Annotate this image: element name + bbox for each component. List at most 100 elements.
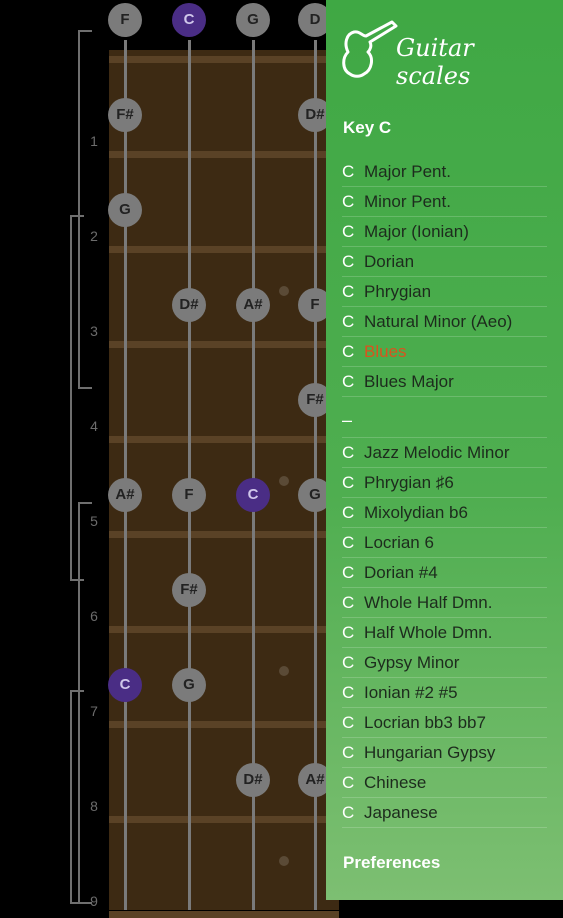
scale-key: C xyxy=(342,682,355,702)
fret-wire xyxy=(109,341,339,348)
scale-item-japanese[interactable]: C Japanese xyxy=(342,798,547,828)
scale-name: Ionian #2 #5 xyxy=(364,682,458,702)
scale-name: Dorian xyxy=(364,251,415,271)
key-label: Key xyxy=(343,118,375,137)
app-title: Guitar scales xyxy=(396,34,474,90)
scale-key: C xyxy=(342,311,355,331)
scale-item-phrygian[interactable]: C Phrygian xyxy=(342,277,547,307)
scale-item-minor-pent[interactable]: C Minor Pent. xyxy=(342,187,547,217)
fret-inlay-dot xyxy=(279,666,289,676)
scale-name: Mixolydian b6 xyxy=(364,502,468,522)
scale-item-mixolydian-b6[interactable]: C Mixolydian b6 xyxy=(342,498,547,528)
fret-wire xyxy=(109,721,339,728)
scale-name: Phrygian ♯6 xyxy=(364,472,454,492)
scale-list: C Major Pent. C Minor Pent. C Major (Ionian) C… xyxy=(326,157,563,828)
scale-name: Locrian 6 xyxy=(364,532,434,552)
scale-item-locrian-6[interactable]: C Locrian 6 xyxy=(342,528,547,558)
scale-item-dorian[interactable]: C Dorian xyxy=(342,247,547,277)
fret-wire xyxy=(109,151,339,158)
fret-number: 4 xyxy=(90,418,98,434)
scale-key: C xyxy=(342,472,355,492)
scale-item-blues-major[interactable]: C Blues Major xyxy=(342,367,547,397)
scale-key: C xyxy=(342,251,355,271)
scale-name: Natural Minor (Aeo) xyxy=(364,311,513,331)
note-marker[interactable]: F xyxy=(172,478,206,512)
root-note-marker[interactable]: C xyxy=(172,3,206,37)
fret-wire xyxy=(109,246,339,253)
scale-name: Locrian bb3 bb7 xyxy=(364,712,486,732)
note-marker[interactable]: A# xyxy=(108,478,142,512)
scale-item-chinese[interactable]: C Chinese xyxy=(342,768,547,798)
scale-item-gypsy-minor[interactable]: C Gypsy Minor xyxy=(342,648,547,678)
fret-inlay-dot xyxy=(279,286,289,296)
note-marker[interactable]: A# xyxy=(236,288,270,322)
fret-number: 1 xyxy=(90,133,98,149)
scale-key: C xyxy=(342,191,355,211)
scale-group-separator: – xyxy=(342,397,547,438)
fret-wire xyxy=(109,911,339,918)
root-note-marker[interactable]: C xyxy=(108,668,142,702)
scale-key: C xyxy=(342,562,355,582)
scale-name: Japanese xyxy=(364,802,438,822)
guitar-string xyxy=(124,40,127,910)
scale-item-natural-minor-aeo[interactable]: C Natural Minor (Aeo) xyxy=(342,307,547,337)
fret-number: 8 xyxy=(90,798,98,814)
scale-item-jazz-melodic-minor[interactable]: C Jazz Melodic Minor xyxy=(342,438,547,468)
note-marker[interactable]: G xyxy=(236,3,270,37)
scale-key: C xyxy=(342,742,355,762)
scale-key: C xyxy=(342,502,355,522)
note-marker[interactable]: G xyxy=(108,193,142,227)
scale-name: Chinese xyxy=(364,772,427,792)
note-marker[interactable]: D# xyxy=(172,288,206,322)
fret-number: 7 xyxy=(90,703,98,719)
scale-name: Major (Ionian) xyxy=(364,221,469,241)
scale-item-major-pent[interactable]: C Major Pent. xyxy=(342,157,547,187)
scale-item-hungarian-gypsy[interactable]: C Hungarian Gypsy xyxy=(342,738,547,768)
fret-inlay-dot xyxy=(279,476,289,486)
preferences-item[interactable]: Preferences xyxy=(343,853,440,873)
fret-number: 3 xyxy=(90,323,98,339)
note-marker[interactable]: F# xyxy=(108,98,142,132)
guitar-outline-icon xyxy=(342,20,398,78)
scale-item-major-ionian[interactable]: C Major (Ionian) xyxy=(342,217,547,247)
scale-name: Major Pent. xyxy=(364,161,451,181)
app-logo: Guitar scales xyxy=(340,14,555,90)
scale-key: C xyxy=(342,341,355,361)
scale-name: Gypsy Minor xyxy=(364,652,460,672)
key-value: C xyxy=(378,118,392,137)
scale-item-half-whole-dmn[interactable]: C Half Whole Dmn. xyxy=(342,618,547,648)
note-marker[interactable]: G xyxy=(172,668,206,702)
scale-name: Phrygian xyxy=(364,281,432,301)
scale-key: C xyxy=(342,652,355,672)
scale-key: C xyxy=(342,281,355,301)
fret-wire xyxy=(109,56,339,63)
scale-name: Hungarian Gypsy xyxy=(364,742,496,762)
fret-number: 9 xyxy=(90,893,98,909)
scale-item-dorian-4[interactable]: C Dorian #4 xyxy=(342,558,547,588)
scale-item-ionian-2-5[interactable]: C Ionian #2 #5 xyxy=(342,678,547,708)
scale-item-whole-half-dmn[interactable]: C Whole Half Dmn. xyxy=(342,588,547,618)
scale-name: Minor Pent. xyxy=(364,191,451,211)
scale-key: C xyxy=(342,532,355,552)
scale-key: C xyxy=(342,592,355,612)
fret-number: 5 xyxy=(90,513,98,529)
fret-inlay-dot xyxy=(279,856,289,866)
scale-key: C xyxy=(342,712,355,732)
navigation-drawer: Guitar scales Key C C Major Pent. C Minor P… xyxy=(326,0,563,900)
scale-item-blues[interactable]: C Blues xyxy=(342,337,547,367)
fret-number: 6 xyxy=(90,608,98,624)
note-marker[interactable]: F xyxy=(108,3,142,37)
scale-key: C xyxy=(342,772,355,792)
note-marker[interactable]: F# xyxy=(172,573,206,607)
key-heading[interactable]: Key C xyxy=(343,118,391,138)
fret-number: 2 xyxy=(90,228,98,244)
scale-key: C xyxy=(342,622,355,642)
scale-name: Whole Half Dmn. xyxy=(364,592,493,612)
fret-wire xyxy=(109,436,339,443)
fret-wire xyxy=(109,816,339,823)
root-note-marker[interactable]: C xyxy=(236,478,270,512)
scale-item-locrian-bb3-bb7[interactable]: C Locrian bb3 bb7 xyxy=(342,708,547,738)
note-marker[interactable]: D# xyxy=(236,763,270,797)
scale-key: C xyxy=(342,371,355,391)
scale-item-phrygian-6[interactable]: C Phrygian ♯6 xyxy=(342,468,547,498)
